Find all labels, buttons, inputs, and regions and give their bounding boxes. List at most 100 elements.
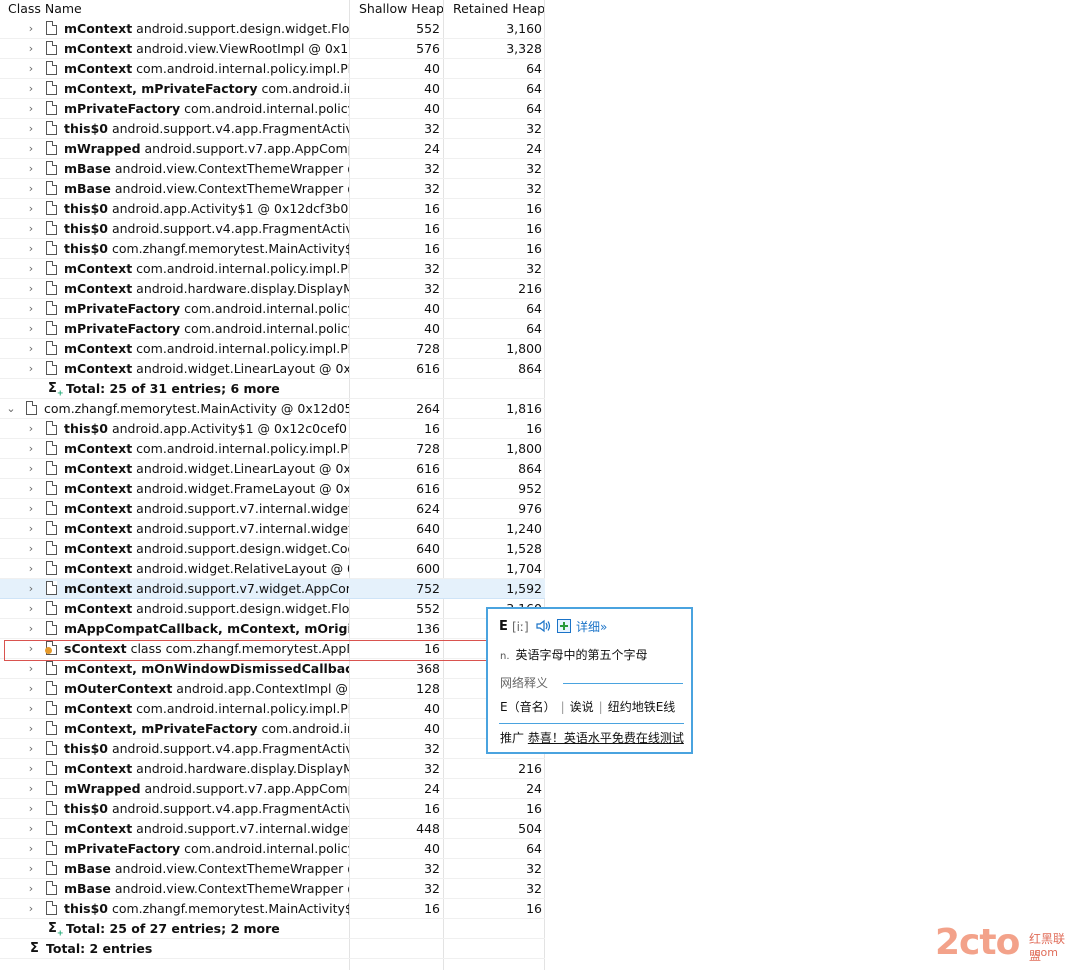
table-row[interactable]: › mContext com.android.internal.policy.im… [0, 339, 545, 359]
table-row[interactable]: › mPrivateFactory com.android.internal.po… [0, 839, 545, 859]
chevron-right-icon[interactable]: › [26, 459, 36, 478]
table-row[interactable]: › mContext android.support.v7.internal.wi… [0, 499, 545, 519]
table-row[interactable]: › mContext android.widget.LinearLayout @ … [0, 359, 545, 379]
table-row[interactable]: › mBase android.view.ContextThemeWrapper … [0, 159, 545, 179]
column-retained-heap[interactable]: Retained Heap [453, 0, 545, 19]
table-row[interactable]: › mOuterContext android.app.ContextImpl @… [0, 679, 545, 699]
chevron-right-icon[interactable]: › [26, 239, 36, 258]
table-row[interactable]: › mPrivateFactory com.android.internal.po… [0, 319, 545, 339]
table-row[interactable]: › mContext android.widget.FrameLayout @ 0… [0, 479, 545, 499]
table-row[interactable]: › this$0 com.zhangf.memorytest.MainActivi… [0, 899, 545, 919]
chevron-right-icon[interactable]: › [26, 479, 36, 498]
table-row[interactable]: › mBase android.view.ContextThemeWrapper … [0, 859, 545, 879]
chevron-right-icon[interactable]: › [26, 739, 36, 758]
table-row[interactable]: › this$0 android.support.v4.app.FragmentA… [0, 799, 545, 819]
table-row[interactable]: › mBase android.view.ContextThemeWrapper … [0, 879, 545, 899]
chevron-right-icon[interactable]: › [26, 519, 36, 538]
chevron-right-icon[interactable]: › [26, 719, 36, 738]
table-row[interactable]: › mContext android.support.v7.internal.wi… [0, 819, 545, 839]
table-row[interactable]: › mContext com.android.internal.policy.im… [0, 439, 545, 459]
chevron-right-icon[interactable]: › [26, 159, 36, 178]
table-row[interactable]: › mContext com.android.internal.policy.im… [0, 699, 545, 719]
chevron-right-icon[interactable]: › [26, 699, 36, 718]
chevron-right-icon[interactable]: › [26, 99, 36, 118]
table-row[interactable]: › mPrivateFactory com.android.internal.po… [0, 99, 545, 119]
table-row[interactable]: › mContext android.support.design.widget.… [0, 19, 545, 39]
chevron-right-icon[interactable]: › [26, 19, 36, 38]
table-row[interactable]: › mContext android.widget.RelativeLayout … [0, 559, 545, 579]
chevron-right-icon[interactable]: › [26, 439, 36, 458]
chevron-right-icon[interactable]: › [26, 599, 36, 618]
popup-net-item[interactable]: 诶说 [570, 700, 594, 714]
chevron-right-icon[interactable]: › [26, 539, 36, 558]
chevron-right-icon[interactable]: › [26, 559, 36, 578]
chevron-right-icon[interactable]: › [26, 899, 36, 918]
table-row[interactable]: › this$0 android.app.Activity$1 @ 0x12dcf… [0, 199, 545, 219]
table-row[interactable]: › mWrapped android.support.v7.app.AppComp… [0, 139, 545, 159]
chevron-down-icon[interactable]: ⌄ [6, 399, 16, 418]
chevron-right-icon[interactable]: › [26, 879, 36, 898]
chevron-right-icon[interactable]: › [26, 319, 36, 338]
chevron-right-icon[interactable]: › [26, 799, 36, 818]
popup-more-link[interactable]: 详细» [576, 618, 607, 635]
chevron-right-icon[interactable]: › [26, 219, 36, 238]
table-row[interactable]: › mContext android.support.design.widget.… [0, 599, 545, 619]
table-row[interactable]: › mPrivateFactory com.android.internal.po… [0, 299, 545, 319]
chevron-right-icon[interactable]: › [26, 139, 36, 158]
chevron-right-icon[interactable]: › [26, 119, 36, 138]
chevron-right-icon[interactable]: › [26, 759, 36, 778]
table-row[interactable]: ⌄ com.zhangf.memorytest.MainActivity @ 0x… [0, 399, 545, 419]
table-row[interactable]: › mContext android.view.ViewRootImpl @ 0x… [0, 39, 545, 59]
table-row[interactable]: › mContext android.support.v7.internal.wi… [0, 519, 545, 539]
chevron-right-icon[interactable]: › [26, 339, 36, 358]
chevron-right-icon[interactable]: › [26, 39, 36, 58]
chevron-right-icon[interactable]: › [26, 279, 36, 298]
table-row[interactable]: › mContext, mOnWindowDismissedCallback co… [0, 659, 545, 679]
chevron-right-icon[interactable]: › [26, 679, 36, 698]
table-row[interactable]: › sContext class com.zhangf.memorytest.Ap… [0, 639, 545, 659]
add-wordbook-icon[interactable] [557, 619, 571, 633]
chevron-right-icon[interactable]: › [26, 299, 36, 318]
total-row[interactable]: Σ Total: 2 entries [0, 939, 545, 959]
table-row[interactable]: › mWrapped android.support.v7.app.AppComp… [0, 779, 545, 799]
chevron-right-icon[interactable]: › [26, 839, 36, 858]
table-row[interactable]: › mContext, mPrivateFactory com.android.i… [0, 79, 545, 99]
chevron-right-icon[interactable]: › [26, 199, 36, 218]
chevron-right-icon[interactable]: › [26, 819, 36, 838]
chevron-right-icon[interactable]: › [26, 499, 36, 518]
table-row[interactable]: › this$0 android.support.v4.app.FragmentA… [0, 119, 545, 139]
popup-net-item[interactable]: E（音名） [500, 700, 556, 714]
chevron-right-icon[interactable]: › [26, 259, 36, 278]
column-shallow-heap[interactable]: Shallow Heap [359, 0, 443, 19]
table-row[interactable]: › mContext android.support.design.widget.… [0, 539, 545, 559]
table-row[interactable]: › this$0 android.support.v4.app.FragmentA… [0, 219, 545, 239]
table-row[interactable]: › this$0 android.app.Activity$1 @ 0x12c0c… [0, 419, 545, 439]
table-row[interactable]: › this$0 android.support.v4.app.FragmentA… [0, 739, 545, 759]
chevron-right-icon[interactable]: › [26, 59, 36, 78]
chevron-right-icon[interactable]: › [26, 579, 36, 598]
chevron-right-icon[interactable]: › [26, 79, 36, 98]
chevron-right-icon[interactable]: › [26, 659, 36, 678]
popup-ad-link[interactable]: 恭喜！英语水平免费在线测试 [528, 731, 684, 745]
chevron-right-icon[interactable]: › [26, 639, 36, 658]
total-row[interactable]: Σ+ Total: 25 of 31 entries; 6 more [0, 379, 545, 399]
chevron-right-icon[interactable]: › [26, 619, 36, 638]
chevron-right-icon[interactable]: › [26, 179, 36, 198]
table-row[interactable]: › mContext android.support.v7.widget.AppC… [0, 579, 545, 599]
table-row[interactable]: › mAppCompatCallback, mContext, mOriginal… [0, 619, 545, 639]
chevron-right-icon[interactable]: › [26, 859, 36, 878]
total-row[interactable]: Σ+ Total: 25 of 27 entries; 2 more [0, 919, 545, 939]
speaker-icon[interactable] [536, 619, 552, 633]
popup-net-item[interactable]: 纽约地铁E线 [608, 700, 676, 714]
table-row[interactable]: › mContext android.hardware.display.Displ… [0, 759, 545, 779]
table-row[interactable]: › mContext android.hardware.display.Displ… [0, 279, 545, 299]
table-row[interactable]: › mContext com.android.internal.policy.im… [0, 59, 545, 79]
chevron-right-icon[interactable]: › [26, 359, 36, 378]
table-row[interactable]: › this$0 com.zhangf.memorytest.MainActivi… [0, 239, 545, 259]
table-row[interactable]: › mContext android.widget.LinearLayout @ … [0, 459, 545, 479]
table-row[interactable]: › mContext com.android.internal.policy.im… [0, 259, 545, 279]
table-row[interactable]: › mBase android.view.ContextThemeWrapper … [0, 179, 545, 199]
column-class-name[interactable]: Class Name [8, 0, 348, 19]
table-row[interactable]: › mContext, mPrivateFactory com.android.i… [0, 719, 545, 739]
chevron-right-icon[interactable]: › [26, 419, 36, 438]
